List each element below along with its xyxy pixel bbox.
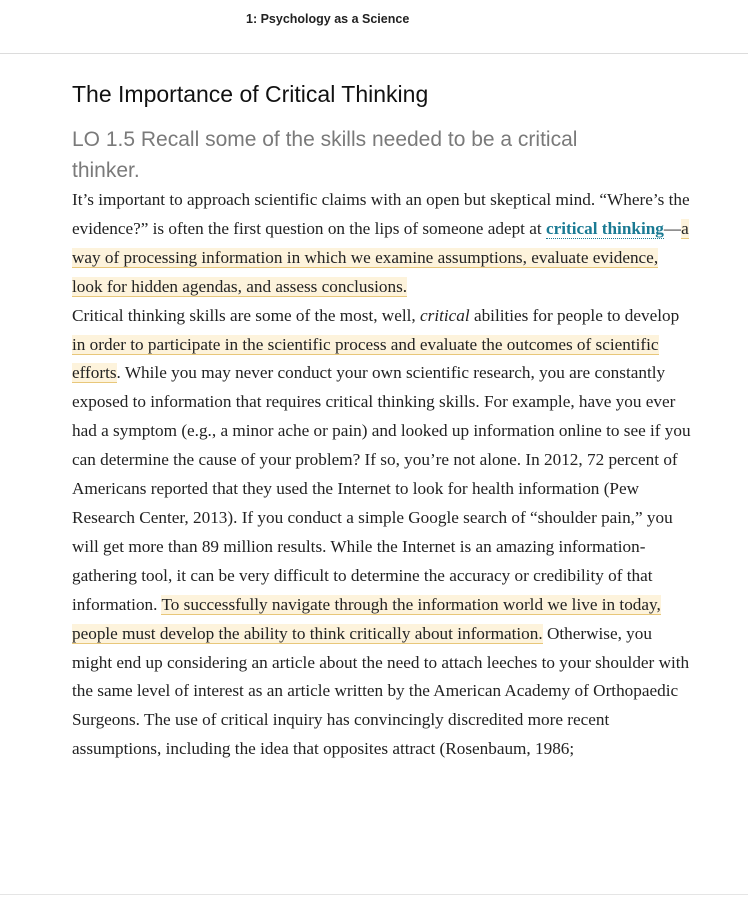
emphasis-critical: critical [420, 305, 470, 325]
paragraph-2: Critical thinking skills are some of the… [72, 302, 692, 765]
paragraph-1: It’s important to approach scientific cl… [72, 186, 692, 302]
chapter-title: 1: Psychology as a Science [246, 12, 410, 26]
em-dash: — [663, 218, 682, 238]
learning-objective: LO 1.5 Recall some of the skills needed … [72, 128, 578, 182]
paragraph-2-text-3: . While you may never conduct your own s… [72, 363, 691, 614]
key-term-link[interactable]: critical thinking [545, 218, 664, 239]
bottom-divider [0, 894, 748, 895]
top-bar: 1: Psychology as a Science [0, 0, 748, 54]
reading-content: The Importance of Critical Thinking LO 1… [72, 78, 692, 764]
section-title: The Importance of Critical Thinking [72, 81, 429, 107]
paragraph-2-text-2: abilities for people to develop [469, 305, 680, 325]
paragraph-2-text-1: Critical thinking skills are some of the… [72, 305, 420, 325]
